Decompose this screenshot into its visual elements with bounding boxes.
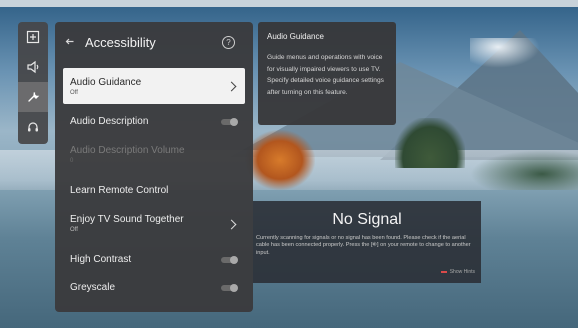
menu-item-label: Enjoy TV Sound Together xyxy=(70,214,184,225)
menu-item-value: 0 xyxy=(70,158,74,164)
menu-title: Accessibility xyxy=(85,34,156,50)
audio-description-toggle[interactable] xyxy=(221,118,238,126)
no-signal-message: Currently scanning for signals or no sig… xyxy=(256,235,471,256)
menu-item-greyscale[interactable]: Greyscale xyxy=(63,278,245,298)
rail-item-support[interactable] xyxy=(18,112,48,142)
chevron-right-icon xyxy=(226,219,237,230)
snow-shape xyxy=(470,38,540,68)
top-edge-bar xyxy=(0,0,578,7)
menu-item-high-contrast[interactable]: High Contrast xyxy=(63,250,245,270)
menu-item-label: Audio Description Volume xyxy=(70,145,185,156)
menu-item-enjoy-tv-sound-together[interactable]: Enjoy TV Sound Together Off xyxy=(63,208,245,240)
menu-item-label: High Contrast xyxy=(70,254,132,265)
chevron-right-icon xyxy=(226,81,237,92)
red-button-icon xyxy=(440,271,447,273)
menu-header: Accessibility ? xyxy=(65,32,243,52)
help-icon[interactable]: ? xyxy=(222,36,235,49)
accessibility-menu: Accessibility ? Audio Guidance Off Audio… xyxy=(55,22,253,312)
shore-shape xyxy=(470,150,578,190)
show-hints-label: Show Hints xyxy=(449,269,475,275)
high-contrast-toggle[interactable] xyxy=(221,256,238,264)
tooltip-body: Guide menus and operations with voice fo… xyxy=(267,54,384,96)
menu-item-value: Off xyxy=(70,227,78,233)
menu-item-audio-guidance[interactable]: Audio Guidance Off xyxy=(63,68,245,104)
input-icon xyxy=(26,30,40,44)
settings-category-rail xyxy=(18,22,48,144)
autumn-trees-shape xyxy=(245,130,315,190)
audio-guidance-tooltip: Audio Guidance Guide menus and operation… xyxy=(258,22,396,125)
tooltip-title: Audio Guidance xyxy=(267,32,324,41)
rail-item-general[interactable] xyxy=(18,82,48,112)
menu-item-audio-description[interactable]: Audio Description xyxy=(63,112,245,132)
greyscale-toggle[interactable] xyxy=(221,284,238,292)
menu-item-audio-description-volume: Audio Description Volume 0 xyxy=(63,140,245,170)
headset-icon xyxy=(28,122,38,132)
menu-item-value: Off xyxy=(70,90,78,96)
show-hints-button[interactable]: Show Hints xyxy=(440,269,475,275)
wrench-icon xyxy=(28,92,40,102)
menu-item-label: Greyscale xyxy=(70,282,116,293)
rail-item-sound[interactable] xyxy=(18,52,48,82)
menu-item-learn-remote-control[interactable]: Learn Remote Control xyxy=(63,181,245,201)
rail-item-input[interactable] xyxy=(18,22,48,52)
no-signal-title: No Signal xyxy=(332,211,402,228)
menu-item-label: Audio Description xyxy=(70,116,149,127)
menu-item-label: Learn Remote Control xyxy=(70,185,169,196)
speaker-icon xyxy=(27,60,39,74)
back-arrow-icon[interactable] xyxy=(65,37,75,47)
no-signal-panel: No Signal Currently scanning for signals… xyxy=(253,201,481,283)
island-shape xyxy=(395,118,465,168)
menu-item-label: Audio Guidance xyxy=(70,77,142,88)
